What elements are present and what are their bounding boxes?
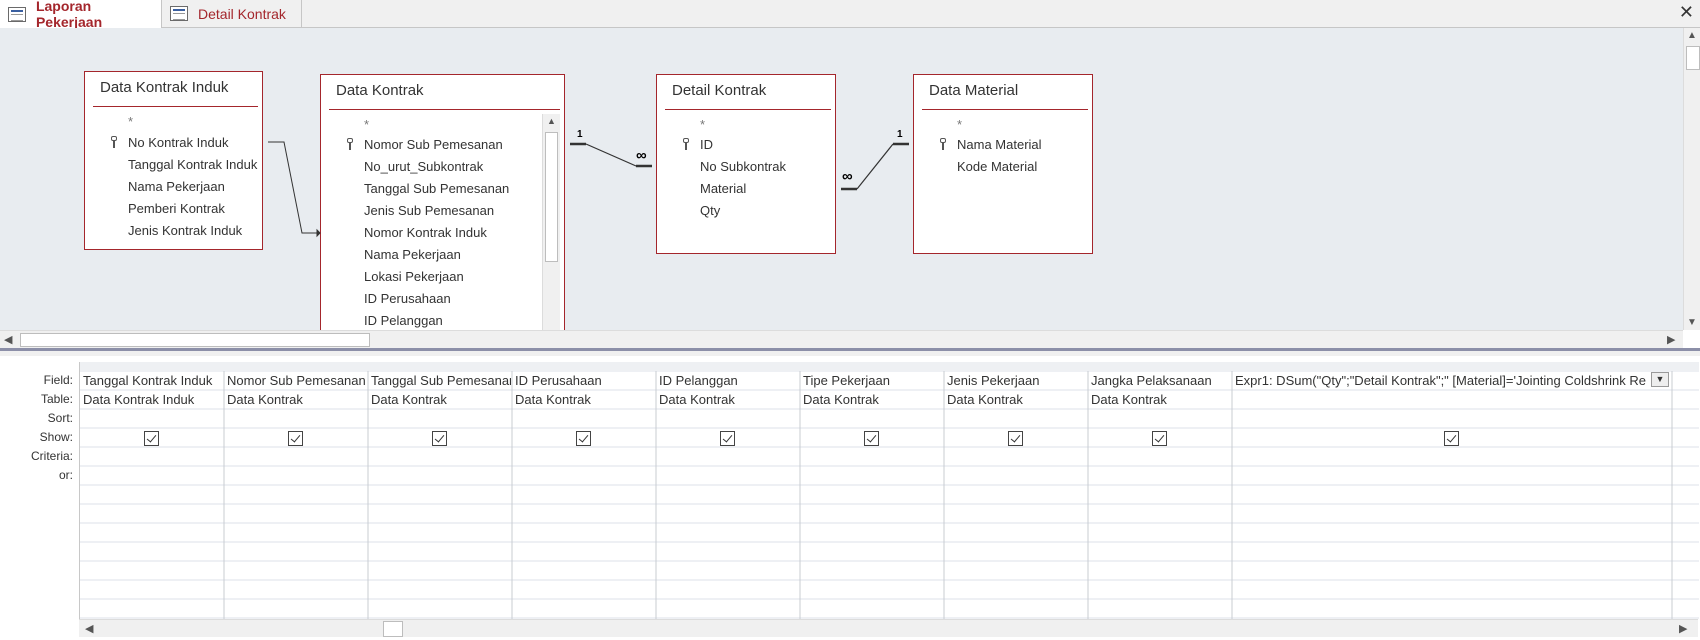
show-checkbox[interactable]	[576, 431, 591, 446]
scroll-thumb[interactable]	[1686, 46, 1700, 70]
row-label-criteria: Criteria:	[30, 449, 73, 463]
table-cell[interactable]: Data Kontrak Induk	[83, 392, 223, 407]
relationship-many-label: ∞	[636, 147, 647, 164]
relationship-many-label: ∞	[842, 168, 853, 185]
scroll-down-icon[interactable]: ▼	[1687, 317, 1697, 328]
tab-label: Laporan Pekerjaan	[35, 0, 103, 30]
show-checkbox[interactable]	[144, 431, 159, 446]
query-icon	[8, 6, 26, 22]
tab-detail-kontrak[interactable]: Detail Kontrak	[162, 0, 302, 27]
table-cell[interactable]: Data Kontrak	[515, 392, 655, 407]
relationship-one-label: 1	[897, 129, 903, 140]
design-horizontal-scrollbar[interactable]: ◀ ▶	[0, 330, 1683, 348]
scroll-thumb[interactable]	[20, 333, 370, 347]
design-vertical-scrollbar[interactable]: ▲ ▼	[1683, 28, 1700, 330]
show-checkbox[interactable]	[1444, 431, 1459, 446]
grid-horizontal-scrollbar[interactable]: ◀ ▶	[79, 619, 1698, 637]
field-cell[interactable]: Tipe Pekerjaan	[803, 373, 943, 388]
row-label-field: Field:	[43, 373, 73, 387]
scroll-thumb[interactable]	[383, 621, 403, 637]
field-cell[interactable]: Nomor Sub Pemesanan	[227, 373, 367, 388]
chevron-down-icon[interactable]: ▼	[1651, 372, 1669, 387]
relationship-one-label: 1	[577, 129, 583, 140]
table-cell[interactable]: Data Kontrak	[659, 392, 799, 407]
tab-label: Detail Kontrak	[198, 5, 286, 22]
show-checkbox[interactable]	[432, 431, 447, 446]
row-label-sort: Sort:	[47, 411, 73, 425]
field-cell[interactable]: Tanggal Sub Pemesanan	[371, 373, 511, 388]
scroll-right-icon[interactable]: ▶	[1679, 622, 1687, 635]
form-icon	[170, 6, 188, 21]
row-label-or: or:	[58, 468, 73, 482]
table-cell[interactable]: Data Kontrak	[371, 392, 511, 407]
show-checkbox[interactable]	[1008, 431, 1023, 446]
close-icon[interactable]: ✕	[1679, 2, 1694, 23]
table-cell[interactable]: Data Kontrak	[227, 392, 367, 407]
field-cell[interactable]: Jenis Pekerjaan	[947, 373, 1087, 388]
field-cell[interactable]: ID Pelanggan	[659, 373, 799, 388]
scroll-right-icon[interactable]: ▶	[1667, 333, 1675, 346]
query-design-area[interactable]: Data Kontrak Induk * No Kontrak Induk Ta…	[0, 28, 1683, 332]
query-design-grid[interactable]: Tanggal Kontrak Induk Data Kontrak Induk…	[79, 362, 1699, 619]
table-cell[interactable]: Data Kontrak	[947, 392, 1087, 407]
document-tab-bar: Laporan Pekerjaan Detail Kontrak ✕	[0, 0, 1700, 30]
tab-laporan-pekerjaan[interactable]: Laporan Pekerjaan	[0, 0, 162, 30]
show-checkbox[interactable]	[1152, 431, 1167, 446]
field-cell[interactable]: ID Perusahaan	[515, 373, 655, 388]
show-checkbox[interactable]	[288, 431, 303, 446]
scroll-left-icon[interactable]: ◀	[85, 622, 93, 635]
field-cell[interactable]: Jangka Pelaksanaan	[1091, 373, 1231, 388]
table-cell[interactable]: Data Kontrak	[1091, 392, 1231, 407]
scroll-left-icon[interactable]: ◀	[4, 333, 12, 346]
expression-field-cell[interactable]: Expr1: DSum("Qty";"Detail Kontrak";" [Ma…	[1235, 373, 1647, 388]
show-checkbox[interactable]	[864, 431, 879, 446]
join-line-induk	[268, 141, 321, 238]
pane-splitter[interactable]	[0, 348, 1700, 356]
table-cell[interactable]: Data Kontrak	[803, 392, 943, 407]
field-cell[interactable]: Tanggal Kontrak Induk	[83, 373, 223, 388]
row-label-show: Show:	[39, 430, 73, 444]
show-checkbox[interactable]	[720, 431, 735, 446]
row-label-table: Table:	[40, 392, 73, 406]
scroll-up-icon[interactable]: ▲	[1687, 30, 1697, 41]
